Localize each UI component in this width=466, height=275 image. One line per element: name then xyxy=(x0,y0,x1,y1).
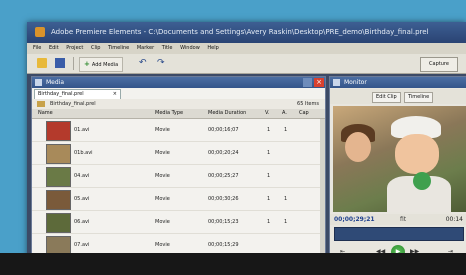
close-icon[interactable]: × xyxy=(314,78,324,87)
monitor-panel-title: Monitor xyxy=(344,79,367,86)
premiere-app-icon xyxy=(35,27,45,37)
project-name: Birthday_final.prel xyxy=(50,101,96,107)
app-window: Adobe Premiere Elements - C:\Documents a… xyxy=(27,22,466,275)
desktop-background xyxy=(0,253,466,275)
plus-icon: + xyxy=(84,60,90,68)
current-timecode[interactable]: 00;00;29;21 xyxy=(334,214,375,225)
table-row[interactable]: 01b.avi Movie 00;00;20;24 1 xyxy=(32,142,325,165)
column-video[interactable]: V. xyxy=(265,109,269,118)
column-header-row: Name Media Type Media Duration V. A. Cap xyxy=(32,109,325,119)
menu-help[interactable]: Help xyxy=(207,43,218,54)
timecode-bar: 00;00;29;21 fit 00:14 xyxy=(330,214,466,225)
monitor-panel: Monitor Edit Clip Timeline 00;00;29;21 f… xyxy=(329,76,466,275)
clip-name: 01b.avi xyxy=(74,150,93,156)
menu-clip[interactable]: Clip xyxy=(91,43,100,54)
child-face xyxy=(395,134,439,174)
child-face xyxy=(345,132,371,162)
clip-type: Movie xyxy=(155,150,170,156)
clip-video-tracks: 1 xyxy=(267,173,271,179)
clip-name: 06.avi xyxy=(74,219,90,225)
add-media-label: Add Media xyxy=(91,62,119,68)
clip-duration: 00;00;15;23 xyxy=(208,219,239,225)
edit-clip-button[interactable]: Edit Clip xyxy=(372,92,401,103)
clip-duration: 00;00;20;24 xyxy=(208,150,239,156)
mini-timeline-scrubber[interactable] xyxy=(334,227,464,241)
clip-thumbnail xyxy=(46,213,71,233)
clip-type: Movie xyxy=(155,242,170,248)
clip-audio-tracks: 1 xyxy=(284,127,288,133)
menu-edit[interactable]: Edit xyxy=(49,43,59,54)
column-name[interactable]: Name xyxy=(38,109,53,118)
title-bar: Adobe Premiere Elements - C:\Documents a… xyxy=(27,22,466,43)
green-ball xyxy=(413,172,431,190)
clip-thumbnail xyxy=(46,167,71,187)
clip-duration: 00;00;16;07 xyxy=(208,127,239,133)
tab-close-icon[interactable]: × xyxy=(113,90,117,99)
menu-marker[interactable]: Marker xyxy=(137,43,154,54)
video-preview[interactable] xyxy=(333,106,466,212)
column-capture[interactable]: Cap xyxy=(299,109,309,118)
open-folder-icon[interactable] xyxy=(37,58,47,68)
column-media-type[interactable]: Media Type xyxy=(155,109,183,118)
clip-video-tracks: 1 xyxy=(267,219,271,225)
vertical-scrollbar[interactable] xyxy=(320,119,325,261)
column-media-duration[interactable]: Media Duration xyxy=(208,109,246,118)
media-panel-title: Media xyxy=(46,79,65,86)
clip-name: 01.avi xyxy=(74,127,90,133)
menu-file[interactable]: File xyxy=(33,43,41,54)
capture-button[interactable]: Capture xyxy=(420,57,458,72)
clip-thumbnail xyxy=(46,144,71,164)
save-disk-icon[interactable] xyxy=(55,58,65,68)
clip-audio-tracks: 1 xyxy=(284,196,288,202)
clip-type: Movie xyxy=(155,173,170,179)
menu-window[interactable]: Window xyxy=(180,43,200,54)
window-title: Adobe Premiere Elements - C:\Documents a… xyxy=(51,28,429,36)
table-row[interactable]: 04.avi Movie 00;00;25;27 1 xyxy=(32,165,325,188)
menu-title[interactable]: Title xyxy=(162,43,173,54)
media-panel: Media × Birthday_final.prel × Birthday_f… xyxy=(31,76,326,275)
project-tab-label: Birthday_final.prel xyxy=(38,91,84,97)
clip-type: Movie xyxy=(155,127,170,133)
monitor-view-switcher: Edit Clip Timeline xyxy=(330,89,466,104)
minimize-icon[interactable] xyxy=(303,78,312,87)
timeline-button[interactable]: Timeline xyxy=(404,92,434,103)
monitor-panel-header: Monitor xyxy=(330,77,466,88)
clip-thumbnail xyxy=(46,190,71,210)
clip-thumbnail xyxy=(46,121,71,141)
media-panel-icon xyxy=(35,79,42,86)
monitor-panel-icon xyxy=(333,79,340,86)
redo-icon[interactable]: ↷ xyxy=(157,58,167,68)
add-media-button[interactable]: + Add Media xyxy=(79,57,124,72)
main-toolbar: + Add Media ↶ ↷ Capture xyxy=(27,54,466,74)
table-row[interactable]: 01.avi Movie 00;00;16;07 1 1 xyxy=(32,119,325,142)
clip-video-tracks: 1 xyxy=(267,196,271,202)
project-folder-icon xyxy=(37,101,45,107)
clip-name: 05.avi xyxy=(74,196,90,202)
project-info-bar: Birthday_final.prel 65 Items xyxy=(32,99,325,109)
table-row[interactable]: 05.avi Movie 00;00;30;26 1 1 xyxy=(32,188,325,211)
clip-video-tracks: 1 xyxy=(267,127,271,133)
clip-duration: 00;00;15;29 xyxy=(208,242,239,248)
column-audio[interactable]: A. xyxy=(282,109,287,118)
clip-duration: 00;00;25;27 xyxy=(208,173,239,179)
clip-type: Movie xyxy=(155,196,170,202)
clip-name: 04.avi xyxy=(74,173,90,179)
toolbar-divider xyxy=(73,57,74,70)
menu-project[interactable]: Project xyxy=(66,43,83,54)
menu-timeline[interactable]: Timeline xyxy=(108,43,129,54)
menu-bar: File Edit Project Clip Timeline Marker T… xyxy=(27,43,466,54)
clip-duration: 00;00;30;26 xyxy=(208,196,239,202)
media-panel-header: Media × xyxy=(32,77,325,88)
item-count: 65 Items xyxy=(297,101,319,107)
clip-audio-tracks: 1 xyxy=(284,219,288,225)
zoom-fit[interactable]: fit xyxy=(400,214,406,225)
clip-video-tracks: 1 xyxy=(267,150,271,156)
end-timecode: 00:14 xyxy=(445,216,463,223)
table-row[interactable]: 06.avi Movie 00;00;15;23 1 1 xyxy=(32,211,325,234)
undo-icon[interactable]: ↶ xyxy=(139,58,149,68)
clip-name: 07.avi xyxy=(74,242,90,248)
clip-type: Movie xyxy=(155,219,170,225)
media-list: 01.avi Movie 00;00;16;07 1 1 01b.avi Mov… xyxy=(32,119,325,257)
